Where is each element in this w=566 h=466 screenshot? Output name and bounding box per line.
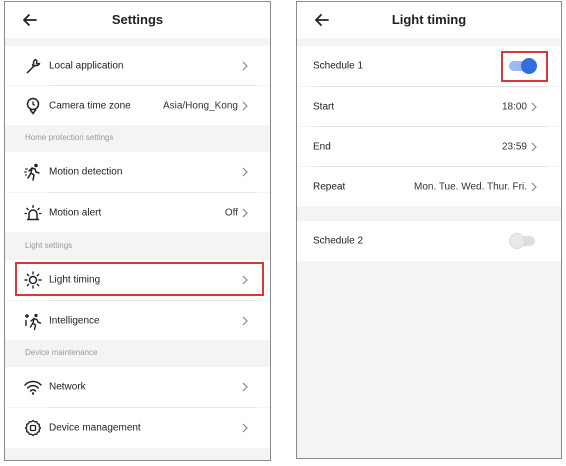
chevron-right-icon (240, 423, 250, 433)
device-gear-icon (23, 418, 43, 438)
chevron-right-icon (240, 316, 250, 326)
start-label: Start (313, 101, 335, 112)
chevron-right-icon (529, 182, 539, 192)
page-title: Settings (111, 12, 164, 27)
intelligence-row[interactable]: Intelligence (5, 301, 270, 340)
repeat-label: Repeat (313, 181, 346, 192)
wrench-icon (23, 56, 43, 76)
camera-time-zone-label: Camera time zone (49, 100, 131, 111)
camera-time-zone-value: Asia/Hong_Kong (162, 100, 238, 111)
schedule-2-label: Schedule 2 (313, 235, 364, 247)
camera-time-zone-row[interactable]: Camera time zone Asia/Hong_Kong (5, 86, 270, 125)
start-row[interactable]: Start 18:00 (297, 87, 561, 126)
device-management-row[interactable]: Device management (5, 408, 270, 448)
end-label: End (313, 141, 331, 152)
light-timing-header: Light timing (297, 2, 561, 38)
chevron-right-icon (240, 167, 250, 177)
schedule-2-row: Schedule 2 (297, 221, 561, 261)
repeat-value: Mon. Tue. Wed. Thur. Fri. (413, 181, 527, 192)
light-timing-highlight (15, 262, 264, 296)
location-pin-icon (23, 96, 43, 116)
intelligence-icon (23, 311, 43, 331)
device-management-label: Device management (49, 422, 141, 434)
running-person-icon (23, 162, 43, 182)
schedule-1-highlight (501, 51, 548, 82)
schedule-1-label: Schedule 1 (313, 60, 364, 72)
chevron-right-icon (240, 61, 250, 71)
settings-header: Settings (5, 2, 270, 38)
page-title: Light timing (391, 12, 467, 27)
chevron-right-icon (240, 101, 250, 111)
end-row[interactable]: End 23:59 (297, 127, 561, 166)
motion-alert-label: Motion alert (49, 207, 102, 218)
alarm-light-icon (23, 203, 43, 223)
settings-screen: Settings Local application Camera time z… (4, 1, 271, 461)
motion-detection-row[interactable]: Motion detection (5, 152, 270, 192)
light-timing-screen: Light timing Schedule 1 Start 18:00 End … (296, 1, 562, 459)
chevron-right-icon (240, 382, 250, 392)
network-row[interactable]: Network (5, 367, 270, 407)
section-device-maintenance: Device maintenance (25, 348, 98, 357)
intelligence-label: Intelligence (49, 315, 100, 326)
motion-alert-row[interactable]: Motion alert Off (5, 193, 270, 232)
motion-alert-value: Off (224, 207, 238, 218)
local-application-row[interactable]: Local application (5, 46, 270, 85)
start-value: 18:00 (501, 101, 527, 112)
section-light-settings: Light settings (25, 241, 73, 250)
section-home-protection: Home protection settings (25, 133, 114, 142)
repeat-row[interactable]: Repeat Mon. Tue. Wed. Thur. Fri. (297, 167, 561, 206)
motion-detection-label: Motion detection (49, 166, 123, 178)
end-value: 23:59 (501, 141, 527, 152)
network-label: Network (49, 381, 86, 393)
wifi-icon (23, 377, 43, 397)
schedule-2-toggle[interactable] (509, 233, 537, 249)
chevron-right-icon (529, 102, 539, 112)
chevron-right-icon (240, 208, 250, 218)
local-application-label: Local application (49, 60, 124, 71)
chevron-right-icon (529, 142, 539, 152)
